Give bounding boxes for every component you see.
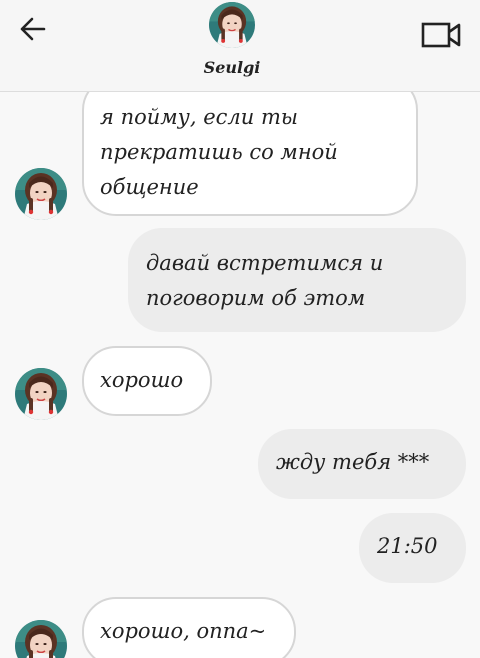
video-camera-icon — [421, 22, 461, 48]
sender-avatar[interactable] — [15, 168, 67, 220]
message-list[interactable]: я пойму, если ты прекратишь со мной обще… — [0, 92, 480, 658]
contact-name[interactable]: Seulgi — [180, 58, 284, 77]
contact-avatar[interactable] — [209, 2, 255, 48]
sender-avatar[interactable] — [15, 620, 67, 658]
message-bubble-outgoing[interactable]: давай встретимся и поговорим об этом — [128, 228, 466, 332]
message-bubble-outgoing[interactable]: жду тебя *** — [258, 429, 466, 499]
back-button[interactable] — [18, 14, 50, 44]
message-bubble-outgoing[interactable]: 21:50 — [359, 513, 466, 583]
message-bubble-incoming[interactable]: хорошо, оппа~ — [82, 597, 296, 658]
message-bubble-incoming[interactable]: хорошо — [82, 346, 212, 416]
sender-avatar[interactable] — [15, 368, 67, 420]
chat-header: Seulgi — [0, 0, 480, 92]
arrow-left-icon — [20, 17, 46, 41]
message-bubble-incoming[interactable]: я пойму, если ты прекратишь со мной обще… — [82, 92, 418, 216]
video-call-button[interactable] — [419, 18, 463, 50]
